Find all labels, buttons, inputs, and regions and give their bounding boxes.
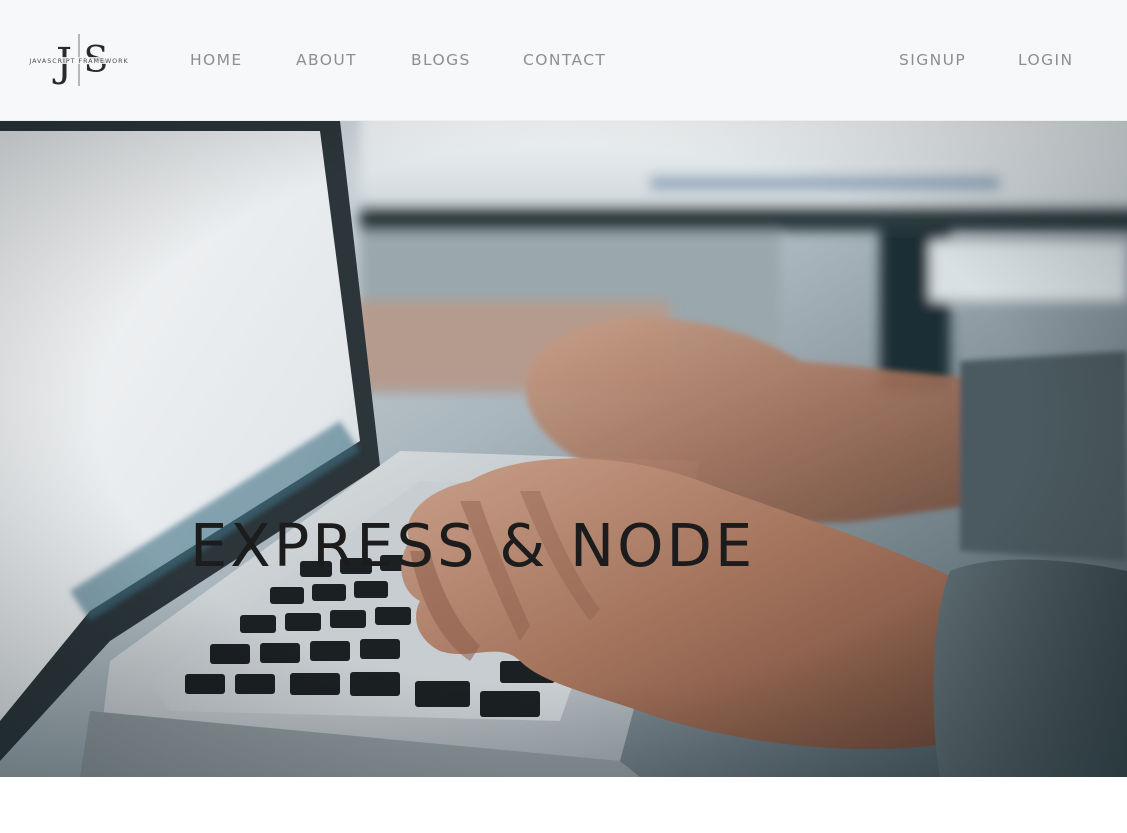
nav-login-link[interactable]: LOGIN (1018, 50, 1073, 70)
js-monogram-logo: J S JAVASCRIPT FRAMEWORK (13, 34, 145, 86)
nav-blogs-link[interactable]: BLOGS (411, 50, 471, 70)
navbar: J S JAVASCRIPT FRAMEWORK HOME ABOUT BLOG… (0, 0, 1127, 121)
page-content-area (0, 777, 1127, 833)
logo-tagline: JAVASCRIPT FRAMEWORK (28, 58, 128, 65)
nav-contact-link[interactable]: CONTACT (523, 50, 606, 70)
nav-home-link[interactable]: HOME (190, 50, 243, 70)
nav-signup-link[interactable]: SIGNUP (899, 50, 966, 70)
nav-about-link[interactable]: ABOUT (296, 50, 357, 70)
hero-title: EXPRESS & NODE (190, 511, 756, 580)
hero-laptop-typing-image (0, 121, 1127, 777)
hero-banner: EXPRESS & NODE (0, 121, 1127, 777)
site-logo[interactable]: J S JAVASCRIPT FRAMEWORK (12, 32, 146, 88)
